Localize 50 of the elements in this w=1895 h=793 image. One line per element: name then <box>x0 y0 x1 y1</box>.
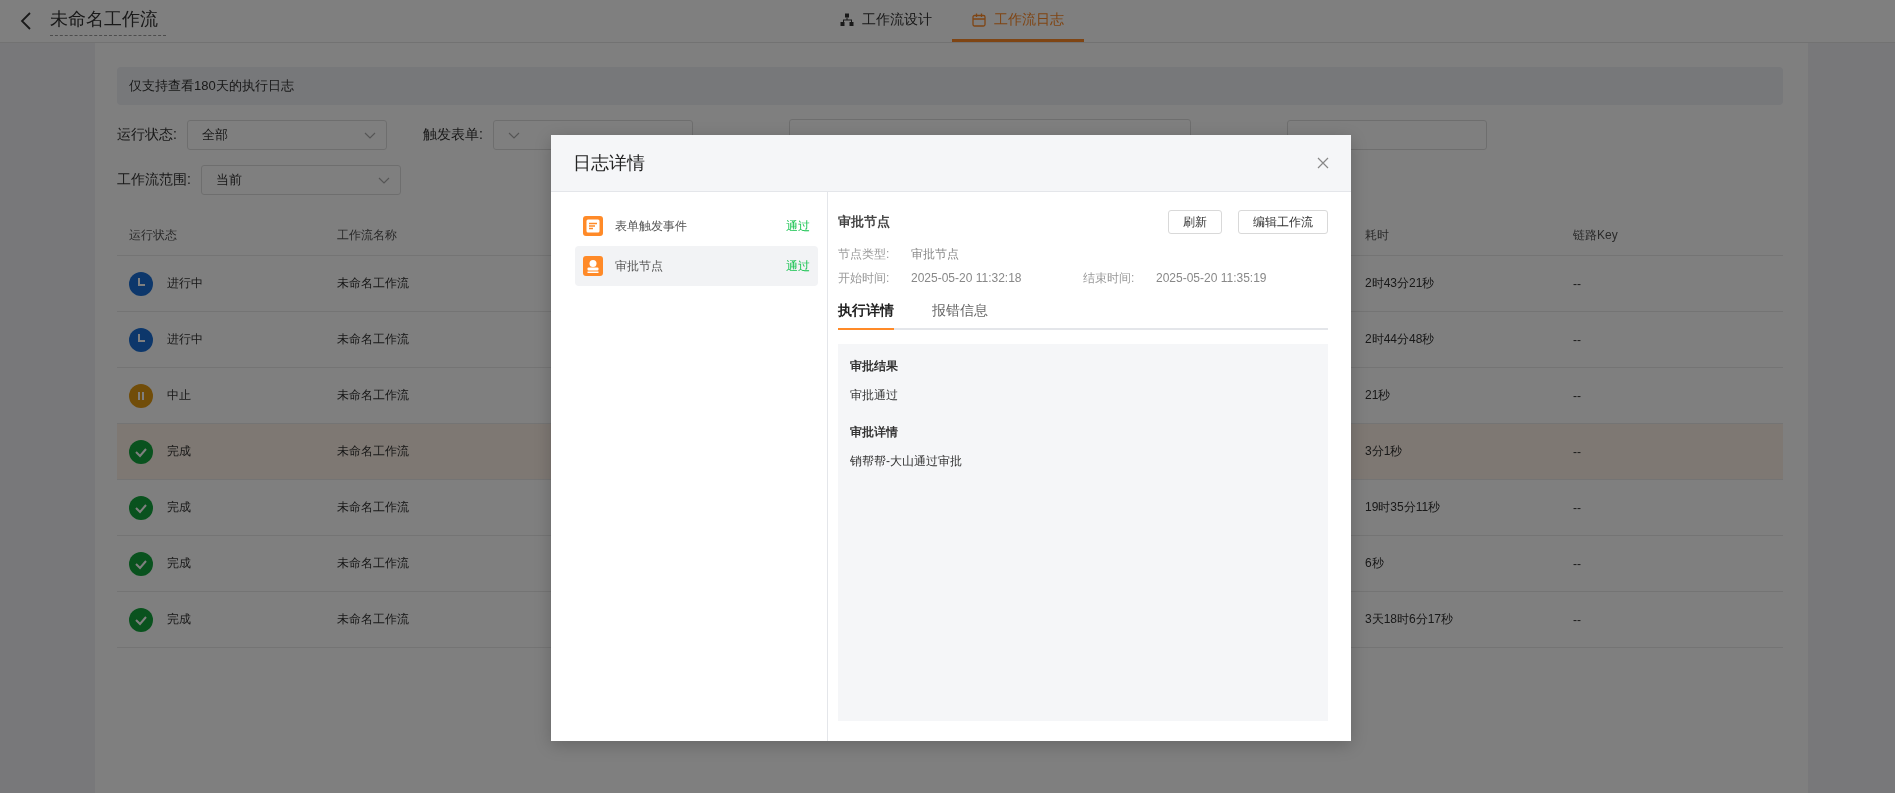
table-cell-text: -- <box>1572 388 1582 403</box>
table-cell-text: 未命名工作流 <box>336 443 410 460</box>
section-heading: 审批结果 <box>850 358 899 375</box>
node-title: 审批节点 <box>838 213 890 231</box>
column-header: 链路Key <box>1572 226 1619 244</box>
status-text: 进行中 <box>167 331 203 348</box>
field-value: 审批节点 <box>911 245 959 263</box>
table-cell-text: 未命名工作流 <box>336 555 410 572</box>
field-label: 结束时间: <box>1083 269 1136 287</box>
table-cell-text: 6秒 <box>1364 555 1385 572</box>
table-cell-text: 19时35分11秒 <box>1364 499 1442 516</box>
section-text: 销帮帮-大山通过审批 <box>850 453 963 470</box>
pass-status: 通过 <box>786 257 810 275</box>
column-header: 耗时 <box>1364 226 1390 244</box>
filter-label: 触发表单: <box>422 126 483 144</box>
table-cell-text: -- <box>1572 500 1582 515</box>
table-cell-text: 未命名工作流 <box>336 499 410 516</box>
table-cell-text: 未命名工作流 <box>336 611 410 628</box>
status-text: 完成 <box>167 611 191 628</box>
table-cell-text: -- <box>1572 612 1582 627</box>
table-cell-text: 21秒 <box>1364 387 1392 404</box>
status-text: 进行中 <box>167 275 203 292</box>
table-cell-text: -- <box>1572 444 1582 459</box>
pass-status: 通过 <box>786 217 810 235</box>
table-cell-text: 未命名工作流 <box>336 331 410 348</box>
table-cell-text: 2时43分21秒 <box>1364 275 1436 292</box>
status-text: 完成 <box>167 499 191 516</box>
status-text: 完成 <box>167 555 191 572</box>
table-cell-text: 3分1秒 <box>1364 443 1404 460</box>
column-header: 工作流名称 <box>336 226 398 244</box>
filter-label: 运行状态: <box>117 126 177 144</box>
table-cell-text: -- <box>1572 332 1582 347</box>
status-text: 中止 <box>167 387 191 404</box>
field-value: 2025-05-20 11:35:19 <box>1156 271 1268 285</box>
table-cell-text: 未命名工作流 <box>336 387 410 404</box>
table-cell-text: 未命名工作流 <box>336 275 410 292</box>
table-cell-text: 3天18时6分17秒 <box>1364 611 1455 628</box>
table-cell-text: -- <box>1572 276 1582 291</box>
table-cell-text: -- <box>1572 556 1582 571</box>
field-label: 开始时间: <box>838 269 891 287</box>
column-header: 运行状态 <box>128 226 178 244</box>
notice-bar: 仅支持查看180天的执行日志 <box>117 67 1783 105</box>
field-label: 节点类型: <box>838 245 891 263</box>
status-text: 完成 <box>167 443 191 460</box>
filter-label: 工作流范围: <box>117 171 191 189</box>
field-value: 2025-05-20 11:32:18 <box>911 271 1023 285</box>
dialog-title: 日志详情 <box>573 152 645 175</box>
section-text: 审批通过 <box>850 387 899 404</box>
section-heading: 审批详情 <box>850 424 899 441</box>
table-cell-text: 2时44分48秒 <box>1364 331 1436 348</box>
